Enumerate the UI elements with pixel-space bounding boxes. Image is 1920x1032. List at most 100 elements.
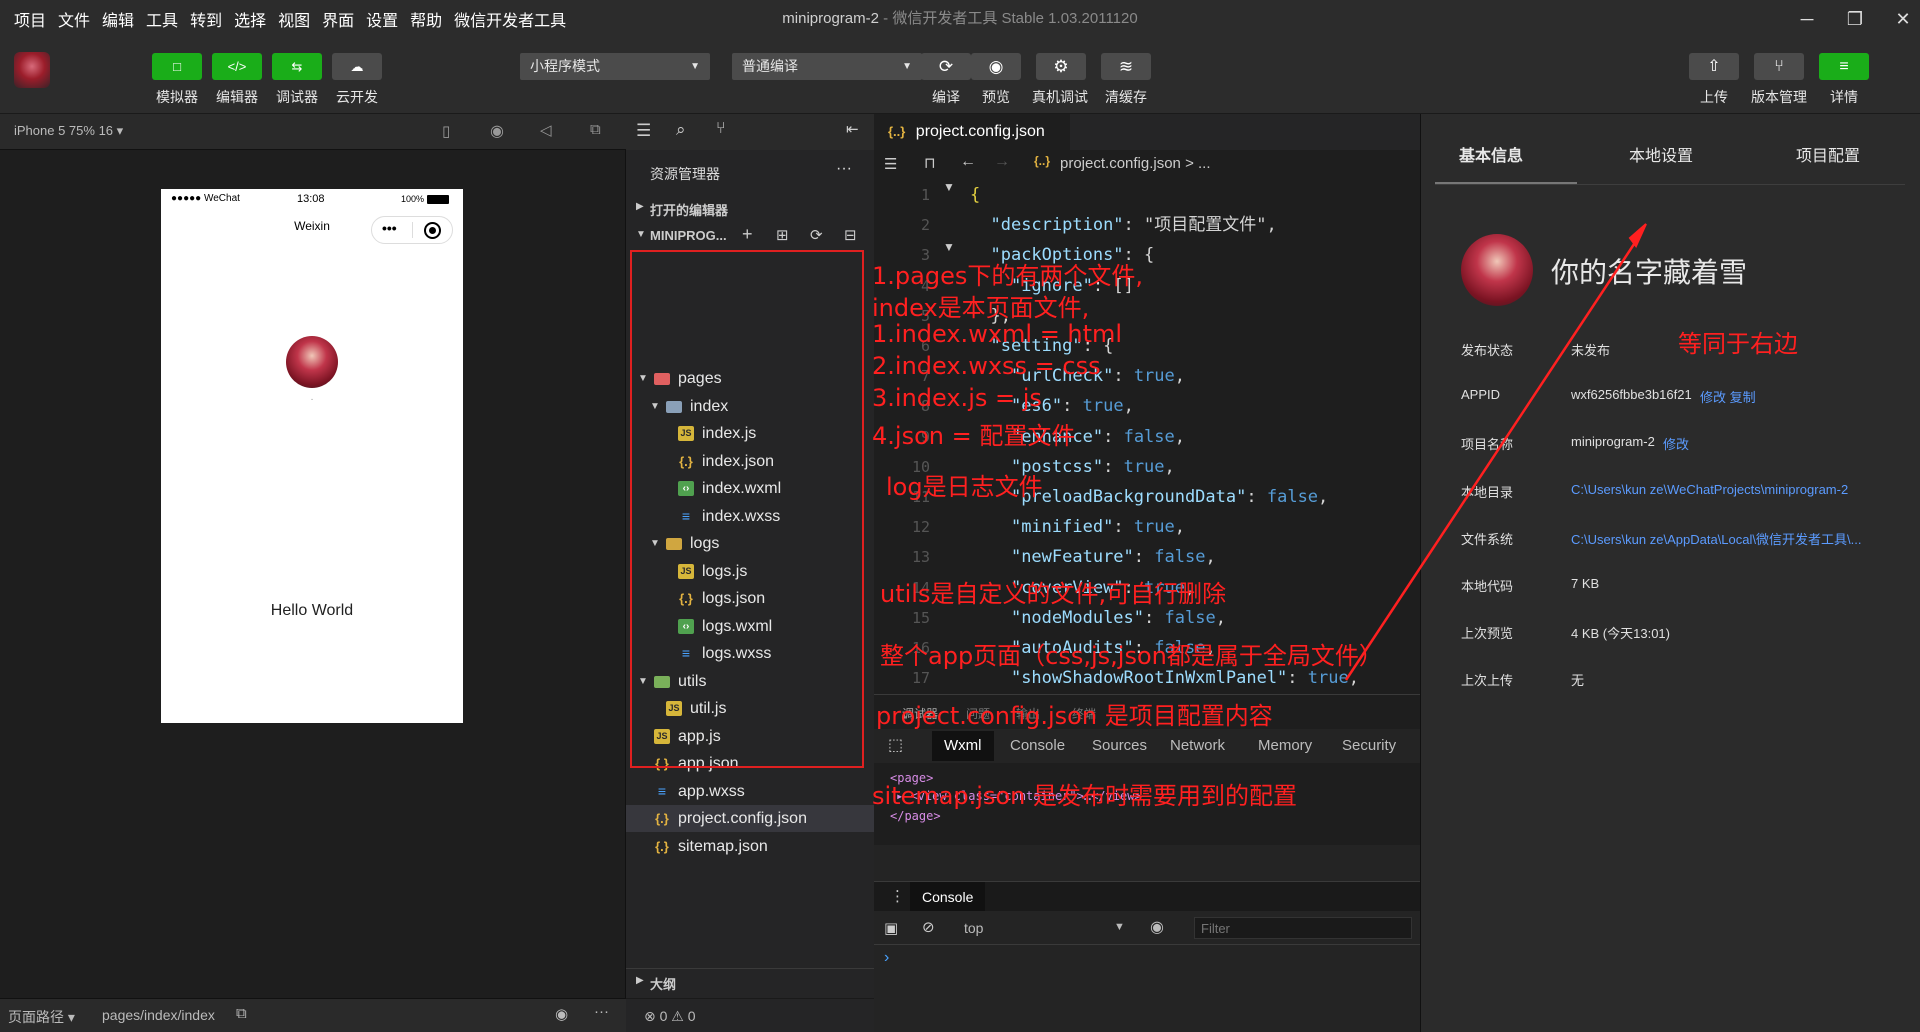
capsule-menu[interactable]: ••• [371,216,453,244]
upload-icon: ⇧ [1707,58,1721,75]
copy-icon[interactable]: ⧉ [236,1005,247,1022]
tab-sources[interactable]: Sources [1080,731,1159,761]
menu-edit[interactable]: 编辑 [102,7,134,31]
fold-chevron-icon[interactable]: ▼ [943,240,955,254]
collapse-panel-icon[interactable]: ⇤ [846,120,859,138]
userinfo-nickname: · [310,394,314,405]
tab-security[interactable]: Security [1330,731,1408,761]
more-icon[interactable]: ··· [594,1003,609,1020]
annotation-text: index是本页面文件, [872,294,1090,322]
back-icon[interactable]: ← [960,153,976,171]
console-filter-input[interactable] [1194,917,1412,939]
debugger-toggle-button[interactable]: ⇆ [272,53,322,80]
phone-outline-icon[interactable]: ▯ [442,122,450,140]
tree-item[interactable]: ≡ app.wxss [626,778,874,805]
remote-debug-button[interactable]: ⚙ [1036,53,1086,80]
editor-toggle-button[interactable]: </> [212,53,262,80]
eye-icon[interactable]: ◉ [555,1005,568,1023]
cloud-dev-label: 云开发 [336,89,378,105]
tree-item[interactable]: {.} project.config.json [626,805,874,832]
json-icon: {..} [1034,154,1051,168]
tree-item[interactable]: {.} sitemap.json [626,833,874,860]
debugger-label: 调试器 [276,89,318,105]
outline-section[interactable]: ▶ 大纲 [626,968,874,992]
more-icon[interactable]: ••• [382,220,397,236]
search-icon[interactable]: ⌕ [676,120,686,140]
menu-interface[interactable]: 界面 [322,7,354,31]
phone-status-bar: ●●●●● WeChat 13:08 100% [161,189,463,211]
chevron-down-icon[interactable]: ▼ [1114,921,1125,933]
bookmark-icon[interactable]: ⊓ [924,154,936,172]
tab-network[interactable]: Network [1158,731,1237,761]
tab-console[interactable]: Console [998,731,1077,761]
files-icon[interactable]: ☰ [636,121,651,141]
details-button[interactable]: ≡ [1819,53,1869,80]
page-path-value: pages/index/index [102,1007,215,1023]
menu-project[interactable]: 项目 [14,7,46,31]
compile-select[interactable]: 普通编译 ▼ [732,53,922,80]
drawer-menu-icon[interactable]: ⋮ [890,887,905,905]
volume-icon[interactable]: ◁ [540,121,552,139]
tab-wxml[interactable]: Wxml [932,731,994,761]
project-label: MINIPROG... [650,228,727,243]
menu-settings[interactable]: 设置 [366,7,398,31]
new-folder-icon[interactable]: ⊞ [776,226,789,244]
sidebar-toggle-icon[interactable]: ▣ [884,919,898,937]
menu-goto[interactable]: 转到 [190,7,222,31]
clear-cache-button[interactable]: ≋ [1101,53,1151,80]
outline-label: 大纲 [650,977,677,992]
problems-count[interactable]: ⊗ 0 ⚠ 0 [644,1008,696,1025]
collapse-all-icon[interactable]: ⊟ [844,226,857,244]
tab-project-config[interactable]: {..} project.config.json ✕ [874,114,1070,176]
cloud-dev-button[interactable]: ☁ [332,53,382,80]
maximize-icon[interactable]: ❐ [1838,4,1872,34]
eye-icon[interactable]: ◉ [1150,917,1164,937]
tab-local-settings[interactable]: 本地设置 [1591,142,1731,166]
console-drawer-tab[interactable]: Console [910,882,986,912]
list-icon[interactable]: ☰ [884,155,897,173]
forward-icon[interactable]: → [994,153,1010,171]
page-path-label[interactable]: 页面路径 ▾ [8,1007,75,1027]
close-miniprogram-icon[interactable] [424,222,441,239]
annotation-text: 等同于右边 [1678,330,1798,358]
open-editors-section[interactable]: ▶ 打开的编辑器 [626,196,874,220]
minimize-icon[interactable]: ─ [1790,4,1824,34]
upload-button[interactable]: ⇧ [1689,53,1739,80]
breadcrumb[interactable]: project.config.json > ... [1060,155,1211,172]
detail-action-links[interactable]: 修改 复制 [1700,387,1756,406]
simulator-toggle-button[interactable]: □ [152,53,202,80]
menu-tools[interactable]: 工具 [146,7,178,31]
console-prompt[interactable]: › [884,949,889,967]
context-select[interactable]: top [964,920,983,936]
version-button[interactable]: ⑂ [1754,53,1804,80]
wxml-line[interactable]: </page> [890,809,941,823]
tab-memory[interactable]: Memory [1246,731,1324,761]
compile-button[interactable]: ⟳ [921,53,971,80]
annotation-text: utils是自定义的文件,可自行删除 [880,580,1227,608]
menu-select[interactable]: 选择 [234,7,266,31]
user-avatar[interactable] [14,52,50,88]
close-window-icon[interactable]: ✕ [1886,4,1920,34]
popout-icon[interactable]: ⧉ [590,121,601,138]
menu-help[interactable]: 帮助 [410,7,442,31]
menu-file[interactable]: 文件 [58,7,90,31]
fold-chevron-icon[interactable]: ▼ [943,180,955,194]
menu-devtools[interactable]: 微信开发者工具 [454,7,566,31]
preview-button[interactable]: ◉ [971,53,1021,80]
inspect-icon[interactable]: ⬚ [888,735,903,755]
tab-basic-info[interactable]: 基本信息 [1421,142,1561,166]
new-file-icon[interactable]: + [742,224,753,245]
device-select[interactable]: iPhone 5 75% 16 ▾ [14,123,123,139]
clear-console-icon[interactable]: ⊘ [922,918,935,936]
phone-icon: □ [173,59,181,74]
mode-select[interactable]: 小程序模式 ▼ [520,53,710,80]
refresh-icon[interactable]: ⟳ [810,226,823,244]
record-icon[interactable]: ◉ [490,121,504,141]
line-number: 12 [911,518,930,537]
menu-view[interactable]: 视图 [278,7,310,31]
tab-project-settings[interactable]: 项目配置 [1758,142,1898,166]
project-section[interactable]: ▼ MINIPROG... + ⊞ ⟳ ⊟ [626,224,874,248]
source-control-icon[interactable]: ⑂ [716,120,726,138]
explorer-more-icon[interactable]: ··· [836,160,852,178]
code-text: "minified": true, [1010,517,1186,538]
